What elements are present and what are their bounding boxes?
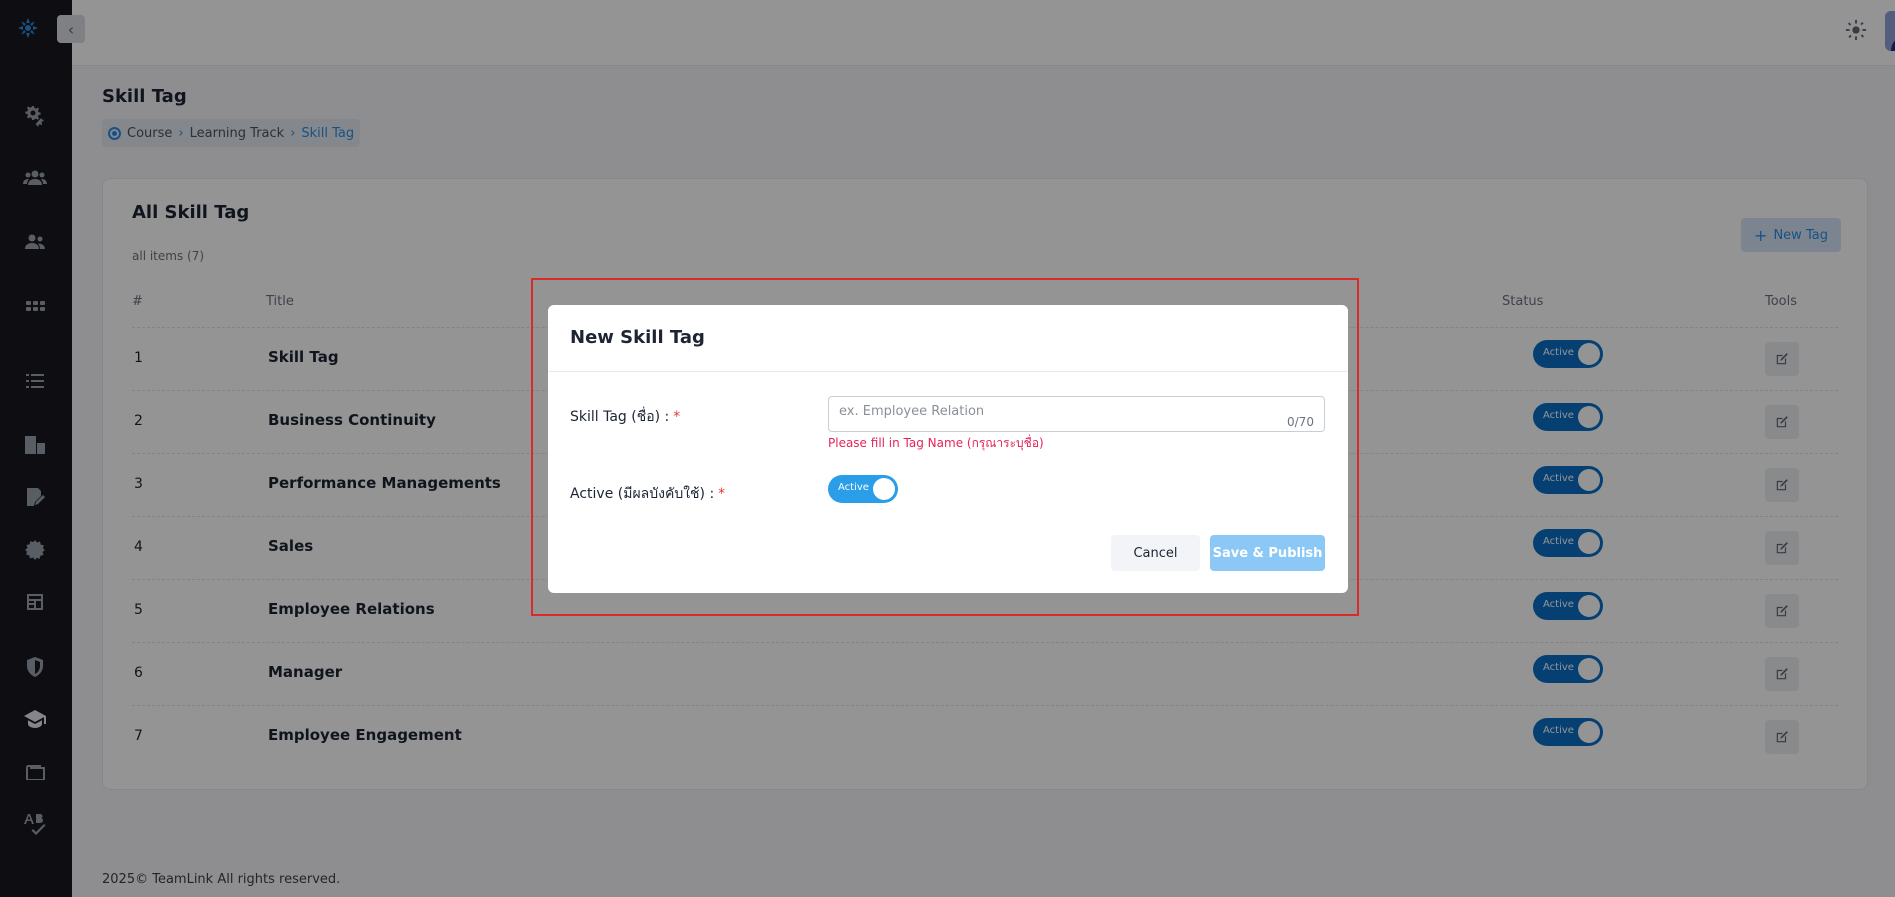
validation-error: Please fill in Tag Name (กรุณาระบุชื่อ) [828, 436, 1044, 450]
new-skill-tag-dialog: New Skill Tag Skill Tag (ชื่อ) :* 0/70 P… [548, 305, 1348, 593]
skill-tag-label: Skill Tag (ชื่อ) : * [570, 406, 680, 428]
required-mark: * [673, 409, 681, 425]
dialog-divider [548, 371, 1348, 372]
active-toggle[interactable]: Active [828, 475, 898, 503]
skill-tag-input[interactable] [828, 396, 1325, 432]
skill-tag-label-text: Skill Tag (ชื่อ) : [570, 409, 670, 425]
dialog-title: New Skill Tag [570, 327, 705, 348]
active-toggle-label: Active [838, 482, 869, 493]
character-counter: 0/70 [1287, 415, 1314, 429]
required-mark: * [718, 486, 726, 502]
toggle-knob [873, 478, 895, 500]
save-publish-button[interactable]: Save & Publish [1210, 535, 1325, 571]
active-label: Active (มีผลบังคับใช้) : * [570, 483, 725, 505]
active-label-text: Active (มีผลบังคับใช้) : [570, 486, 715, 502]
cancel-button[interactable]: Cancel [1111, 535, 1200, 571]
